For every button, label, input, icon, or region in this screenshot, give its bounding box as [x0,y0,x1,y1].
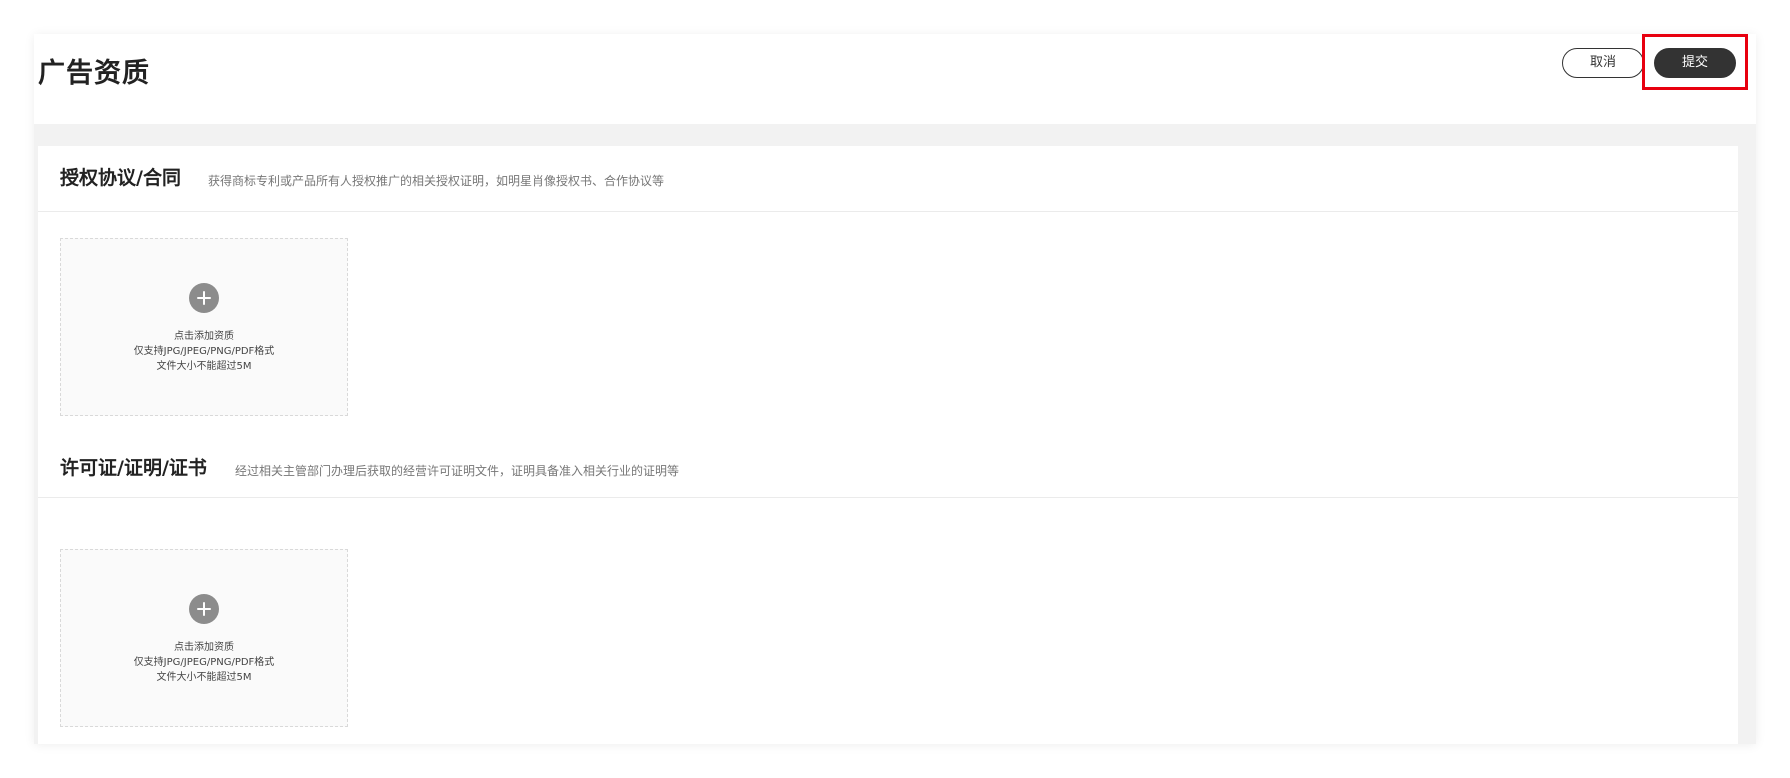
upload-format-text: 仅支持JPG/JPEG/PNG/PDF格式 [133,657,275,668]
page-title: 广告资质 [38,58,150,89]
cancel-button[interactable]: 取消 [1562,48,1644,78]
page-header: 广告资质 取消 提交 [34,34,1756,124]
section-description: 获得商标专利或产品所有人授权推广的相关授权证明，如明星肖像授权书、合作协议等 [208,174,665,188]
upload-area-license[interactable]: 点击添加资质 仅支持JPG/JPEG/PNG/PDF格式 文件大小不能超过5M [60,549,348,727]
content-panel: 授权协议/合同 获得商标专利或产品所有人授权推广的相关授权证明，如明星肖像授权书… [38,146,1738,744]
plus-circle-icon[interactable] [189,594,219,624]
submit-button[interactable]: 提交 [1654,48,1736,78]
section-title: 许可证/证明/证书 [60,457,207,479]
plus-circle-icon[interactable] [189,283,219,313]
upload-action-text: 点击添加资质 [174,331,234,342]
upload-size-text: 文件大小不能超过5M [156,361,252,372]
upload-size-text: 文件大小不能超过5M [156,672,252,683]
upload-format-text: 仅支持JPG/JPEG/PNG/PDF格式 [133,346,275,357]
upload-hint: 点击添加资质 仅支持JPG/JPEG/PNG/PDF格式 文件大小不能超过5M [61,640,347,685]
upload-area-authorization[interactable]: 点击添加资质 仅支持JPG/JPEG/PNG/PDF格式 文件大小不能超过5M [60,238,348,416]
qualification-card: 广告资质 取消 提交 授权协议/合同 获得商标专利或产品所有人授权推广的相关授权… [34,34,1756,744]
section-header-authorization: 授权协议/合同 获得商标专利或产品所有人授权推广的相关授权证明，如明星肖像授权书… [38,146,1738,212]
page: 广告资质 取消 提交 授权协议/合同 获得商标专利或产品所有人授权推广的相关授权… [0,0,1790,778]
section-description: 经过相关主管部门办理后获取的经营许可证明文件，证明具备准入相关行业的证明等 [235,464,680,478]
section-header-license: 许可证/证明/证书 经过相关主管部门办理后获取的经营许可证明文件，证明具备准入相… [38,432,1738,498]
section-title: 授权协议/合同 [60,167,181,189]
upload-action-text: 点击添加资质 [174,642,234,653]
upload-hint: 点击添加资质 仅支持JPG/JPEG/PNG/PDF格式 文件大小不能超过5M [61,329,347,374]
